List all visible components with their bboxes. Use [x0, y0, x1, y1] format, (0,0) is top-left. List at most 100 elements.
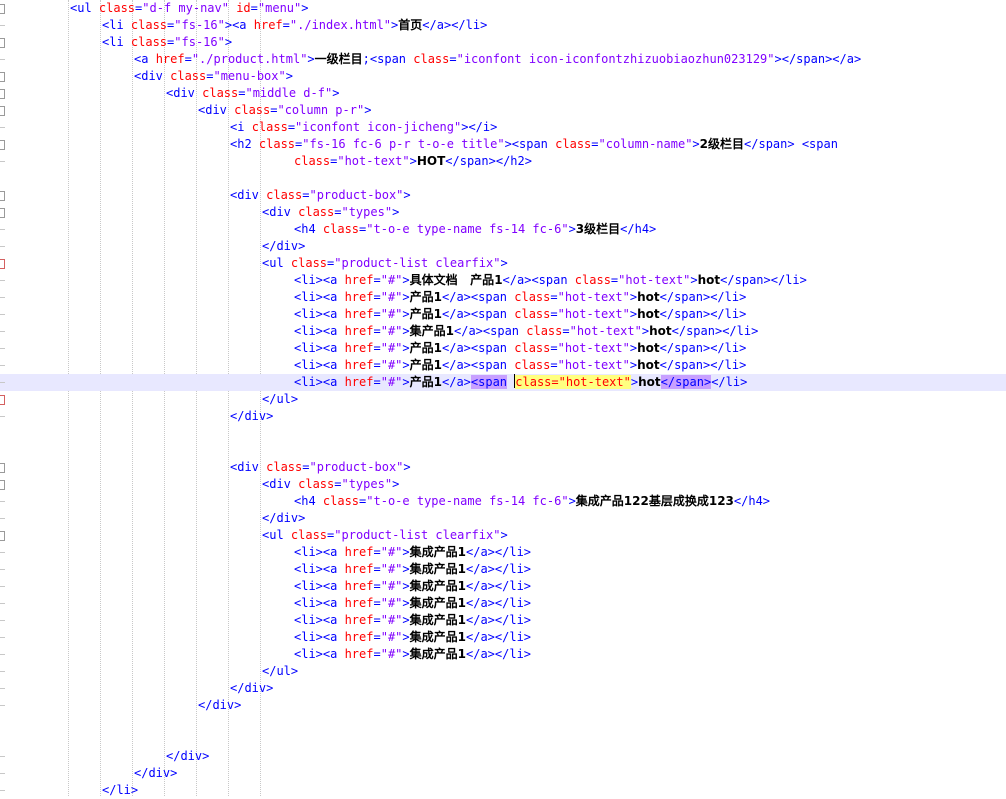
attribute-token: class: [514, 341, 551, 355]
text-content-token: 1: [494, 273, 503, 287]
html-tag-token: </span></li>: [659, 341, 747, 355]
code-line[interactable]: </li>: [0, 782, 1006, 799]
fold-line-marker: [0, 646, 7, 663]
attribute-token: id: [236, 1, 251, 15]
code-line[interactable]: <ul class="d-f my-nav" id="menu">: [0, 0, 1006, 17]
code-line[interactable]: <h4 class="t-o-e type-name fs-14 fc-6">集…: [0, 493, 1006, 510]
current-code-line[interactable]: <li><a href="#">产品1</a><span class="hot-…: [0, 374, 1006, 391]
code-line[interactable]: <ul class="product-list clearfix">: [0, 255, 1006, 272]
code-line[interactable]: class="hot-text">HOT</span></h2>: [0, 153, 1006, 170]
code-line[interactable]: <a href="./product.html">一级栏目;<span clas…: [0, 51, 1006, 68]
code-line[interactable]: <h4 class="t-o-e type-name fs-14 fc-6">3…: [0, 221, 1006, 238]
html-tag-token: <li><a: [294, 341, 345, 355]
code-editor[interactable]: <ul class="d-f my-nav" id="menu"> <li cla…: [0, 0, 1006, 799]
code-line[interactable]: </div>: [0, 238, 1006, 255]
attribute-value-token: "#": [380, 358, 403, 372]
code-line[interactable]: </div>: [0, 697, 1006, 714]
html-tag-token: >: [690, 273, 698, 287]
code-line[interactable]: <div class="menu-box">: [0, 68, 1006, 85]
html-tag-token: ;<span: [362, 52, 414, 66]
html-tag-token: <li><a: [294, 273, 345, 287]
code-text: <div class="menu-box">: [134, 68, 293, 85]
code-line[interactable]: [0, 714, 1006, 731]
attribute-value-token: "hot-text": [557, 341, 630, 355]
html-tag-token: </a></li>: [466, 596, 532, 610]
fold-toggle-icon[interactable]: [0, 527, 7, 544]
code-line[interactable]: <div class="column p-r">: [0, 102, 1006, 119]
code-line[interactable]: <li><a href="#">集成产品1</a></li>: [0, 612, 1006, 629]
fold-toggle-icon[interactable]: [0, 85, 7, 102]
attribute-token: class: [413, 52, 450, 66]
code-line[interactable]: <div class="types">: [0, 204, 1006, 221]
code-line[interactable]: <li><a href="#">集成产品1</a></li>: [0, 544, 1006, 561]
code-line[interactable]: <li class="fs-16"><a href="./index.html"…: [0, 17, 1006, 34]
code-line[interactable]: <li><a href="#">集成产品1</a></li>: [0, 561, 1006, 578]
fold-toggle-icon[interactable]: [0, 0, 7, 17]
html-tag-token: =: [373, 290, 381, 304]
code-line[interactable]: </div>: [0, 765, 1006, 782]
attribute-value-token: "#": [380, 324, 403, 338]
code-line[interactable]: </div>: [0, 510, 1006, 527]
code-line[interactable]: </div>: [0, 748, 1006, 765]
html-tag-token: >: [568, 222, 576, 236]
attribute-value-token: "fs-16 fc-6 p-r t-o-e title": [302, 137, 505, 151]
code-line[interactable]: <div class="product-box">: [0, 187, 1006, 204]
code-line[interactable]: <ul class="product-list clearfix">: [0, 527, 1006, 544]
code-line[interactable]: <li><a href="#">集产品1</a><span class="hot…: [0, 323, 1006, 340]
code-line[interactable]: <li><a href="#">产品1</a><span class="hot-…: [0, 306, 1006, 323]
attribute-value-token: "hot-text": [557, 358, 630, 372]
code-line[interactable]: [0, 170, 1006, 187]
code-line[interactable]: <li><a href="#">产品1</a><span class="hot-…: [0, 340, 1006, 357]
code-line[interactable]: [0, 442, 1006, 459]
html-tag-token: <li><a: [294, 562, 345, 576]
fold-toggle-icon[interactable]: [0, 187, 7, 204]
html-tag-token: =: [373, 579, 381, 593]
fold-toggle-icon[interactable]: [0, 476, 7, 493]
html-tag-token: =: [550, 341, 558, 355]
html-tag-token: >: [630, 375, 639, 389]
fold-toggle-icon[interactable]: [0, 459, 7, 476]
fold-toggle-icon[interactable]: [0, 34, 7, 51]
fold-toggle-icon[interactable]: [0, 68, 7, 85]
fold-toggle-icon[interactable]: [0, 391, 7, 408]
attribute-token: class: [574, 273, 611, 287]
code-line[interactable]: <li><a href="#">产品1</a><span class="hot-…: [0, 289, 1006, 306]
text-content-token: 集产品1: [409, 324, 454, 338]
code-line[interactable]: <li><a href="#">集成产品1</a></li>: [0, 629, 1006, 646]
html-tag-token: >: [402, 562, 410, 576]
fold-line-marker: [0, 289, 7, 306]
html-tag-token: >: [301, 1, 309, 15]
code-line[interactable]: <li><a href="#">具体文档 产品1</a><span class=…: [0, 272, 1006, 289]
attribute-value-token: "t-o-e type-name fs-14 fc-6": [366, 494, 569, 508]
code-line[interactable]: <div class="middle d-f">: [0, 85, 1006, 102]
code-line[interactable]: <li><a href="#">集成产品1</a></li>: [0, 578, 1006, 595]
code-line[interactable]: <li><a href="#">集成产品1</a></li>: [0, 595, 1006, 612]
html-tag-token: </h4>: [733, 494, 771, 508]
attribute-token: class: [234, 103, 271, 117]
html-tag-token: =: [373, 562, 381, 576]
html-tag-token: =: [373, 613, 381, 627]
fold-toggle-icon[interactable]: [0, 136, 7, 153]
code-line[interactable]: [0, 425, 1006, 442]
fold-toggle-icon[interactable]: [0, 102, 7, 119]
code-line[interactable]: </div>: [0, 680, 1006, 697]
html-tag-token: </div>: [262, 239, 306, 253]
fold-toggle-icon[interactable]: [0, 255, 7, 272]
html-tag-token: >: [402, 341, 410, 355]
code-line[interactable]: </ul>: [0, 663, 1006, 680]
code-line[interactable]: </div>: [0, 408, 1006, 425]
attribute-token: href: [344, 630, 374, 644]
code-line[interactable]: <div class="types">: [0, 476, 1006, 493]
attribute-token: href: [344, 375, 374, 389]
fold-toggle-icon[interactable]: [0, 204, 7, 221]
code-line[interactable]: [0, 731, 1006, 748]
text-content-token: 产品1: [409, 341, 442, 355]
code-line[interactable]: <div class="product-box">: [0, 459, 1006, 476]
html-tag-token: </a><span: [454, 324, 527, 338]
code-line[interactable]: <li><a href="#">集成产品1</a></li>: [0, 646, 1006, 663]
code-line[interactable]: <li class="fs-16">: [0, 34, 1006, 51]
code-line[interactable]: <li><a href="#">产品1</a><span class="hot-…: [0, 357, 1006, 374]
code-line[interactable]: <h2 class="fs-16 fc-6 p-r t-o-e title"><…: [0, 136, 1006, 153]
code-line[interactable]: </ul>: [0, 391, 1006, 408]
code-line[interactable]: <i class="iconfont icon-jicheng"></i>: [0, 119, 1006, 136]
